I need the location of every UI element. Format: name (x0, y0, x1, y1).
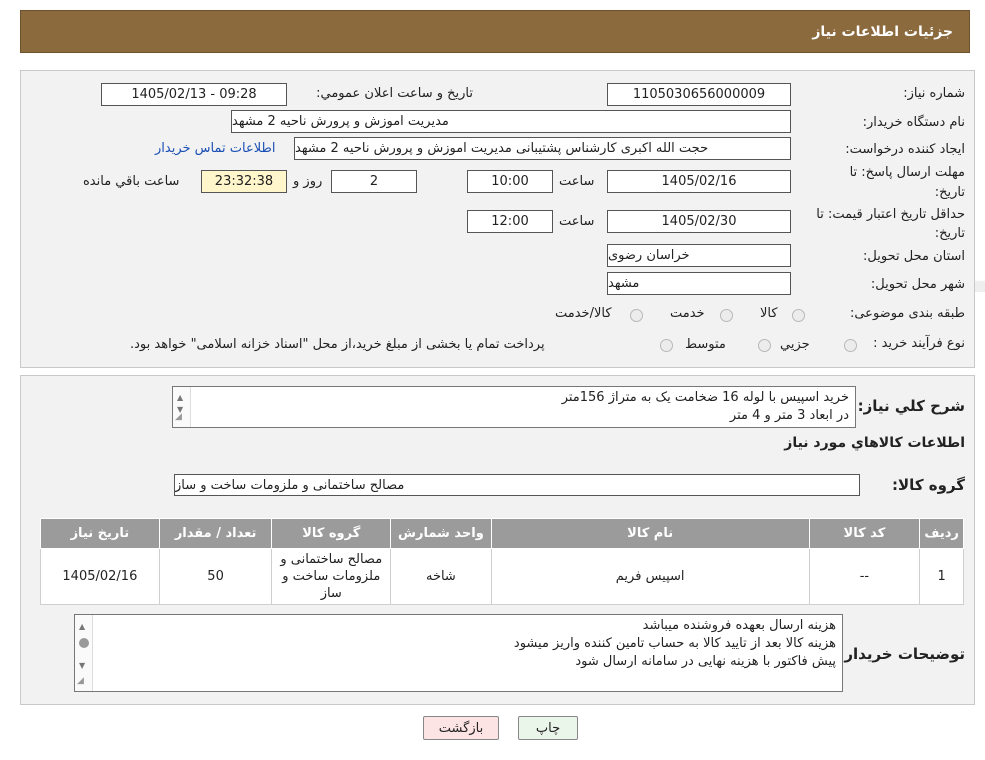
col-qty-header: تعداد / مقدار (158, 518, 273, 549)
price-validity-date-field: 1405/02/30 (607, 210, 791, 233)
cell-row: 1 (919, 548, 964, 605)
goods-table: ردیف کد کالا نام کالا واحد شمارش گروه کا… (40, 518, 964, 605)
remaining-days-field: 2 (331, 170, 417, 193)
city-label: شهر محل تحویل: (870, 277, 965, 292)
reply-deadline-label: مهلت ارسال پاسخ: تا تاریخ: (849, 165, 965, 200)
col-group-header: گروه کالا (271, 518, 392, 549)
cell-name: اسپیس فریم (490, 548, 810, 605)
cell-code: -- (808, 548, 921, 605)
goods-group-field: مصالح ساختمانی و ملزومات ساخت و ساز (174, 474, 860, 496)
buyer-org-label: نام دستگاه خریدار: (862, 115, 965, 130)
col-date-header: تاریخ نیاز (40, 518, 160, 549)
price-validity-label: حداقل تاریخ اعتبار قیمت: تا تاریخ: (816, 207, 965, 241)
description-label: شرح کلي نیاز: (857, 397, 965, 415)
purchase-type-label: نوع فرآیند خرید : (873, 336, 965, 351)
buyer-org-field: مدیریت اموزش و پرورش ناحیه 2 مشهد (231, 110, 791, 133)
buyer-notes-textarea[interactable]: هزینه ارسال بعهده فروشنده میباشد هزینه ک… (74, 614, 843, 692)
cell-group-line-3: ساز (320, 586, 342, 601)
reply-date-field: 1405/02/16 (607, 170, 791, 193)
description-line-2: در ابعاد 3 متر و 4 متر (729, 408, 849, 423)
reply-time-field: 10:00 (467, 170, 553, 193)
purchase-type-small-radio[interactable] (844, 339, 857, 352)
page-title: جزئیات اطلاعات نیاز (812, 23, 953, 40)
goods-section-title: اطلاعات کالاهاي مورد نیاز (784, 435, 965, 451)
category-goods-label: کالا (760, 306, 778, 321)
province-field: خراسان رضوی (607, 244, 791, 267)
col-code-header: کد کالا (808, 518, 921, 549)
description-textarea[interactable]: خرید اسپیس با لوله 16 ضخامت یک به متراژ … (172, 386, 856, 428)
description-line-1: خرید اسپیس با لوله 16 ضخامت یک به متراژ … (561, 390, 849, 405)
requester-field: حجت الله اکبری کارشناس پشتیبانی مدیریت ا… (294, 137, 791, 160)
remaining-time-label: ساعت باقي مانده (83, 174, 180, 189)
category-goods-service-radio[interactable] (630, 309, 643, 322)
cell-group: مصالح ساختمانی و ملزومات ساخت و ساز (271, 548, 392, 605)
back-button[interactable]: بازگشت (423, 716, 499, 740)
print-button[interactable]: چاپ (518, 716, 578, 740)
col-row-header: ردیف (919, 518, 964, 549)
buyer-contact-link[interactable]: اطلاعات تماس خریدار (155, 141, 275, 156)
price-validity-time-field: 12:00 (467, 210, 553, 233)
cell-date: 1405/02/16 (40, 548, 160, 605)
col-name-header: نام کالا (490, 518, 810, 549)
remaining-time-field: 23:32:38 (201, 170, 287, 193)
cell-unit: شاخه (390, 548, 492, 605)
city-field: مشهد (607, 272, 791, 295)
resize-grip-icon[interactable]: ◢ (175, 408, 182, 426)
reply-time-label: ساعت (559, 174, 595, 189)
announce-datetime-label: تاریخ و ساعت اعلان عمومي: (316, 86, 473, 101)
price-validity-time-label: ساعت (559, 214, 595, 229)
announce-datetime-field: 1405/02/13 - 09:28 (101, 83, 287, 106)
category-goods-radio[interactable] (792, 309, 805, 322)
purchase-type-medium-label: متوسط (685, 337, 726, 352)
goods-table-header-row: ردیف کد کالا نام کالا واحد شمارش گروه کا… (40, 518, 964, 549)
page-header: جزئیات اطلاعات نیاز (20, 10, 970, 53)
scroll-thumb[interactable] (79, 638, 89, 648)
buyer-notes-line-1: هزینه ارسال بعهده فروشنده میباشد (642, 618, 836, 633)
days-and-label: روز و (293, 174, 323, 189)
purchase-note: پرداخت تمام یا بخشی از مبلغ خرید،از محل … (130, 337, 545, 352)
resize-grip-icon[interactable]: ◢ (77, 672, 84, 690)
cell-group-line-1: مصالح ساختمانی و (280, 552, 383, 567)
requester-label: ایجاد کننده درخواست: (845, 142, 965, 157)
buyer-notes-line-2: هزینه کالا بعد از تایید کالا به حساب تام… (513, 636, 836, 651)
purchase-type-medium-radio[interactable] (758, 339, 771, 352)
cell-qty: 50 (158, 548, 273, 605)
table-row: 1 -- اسپیس فریم شاخه مصالح ساختمانی و مل… (40, 548, 964, 605)
purchase-type-small-label: جزیي (780, 337, 810, 352)
buyer-notes-label: توضیحات خریدار: (838, 645, 965, 663)
scroll-up-icon[interactable]: ▲ (79, 618, 85, 636)
category-service-label: خدمت (670, 306, 705, 321)
province-label: استان محل تحویل: (863, 249, 965, 264)
need-number-label: شماره نیاز: (903, 86, 965, 101)
col-unit-header: واحد شمارش (390, 518, 492, 549)
buyer-notes-line-3: پیش فاکتور با هزینه نهایی در سامانه ارسا… (575, 654, 836, 669)
category-goods-service-label: کالا/خدمت (555, 306, 612, 321)
category-label: طبقه بندی موضوعی: (849, 306, 965, 321)
cell-group-line-2: ملزومات ساخت و (282, 569, 381, 584)
need-number-field: 1105030656000009 (607, 83, 791, 106)
category-service-radio[interactable] (720, 309, 733, 322)
goods-group-label: گروه کالا: (892, 476, 965, 494)
treasury-docs-checkbox[interactable] (660, 339, 673, 352)
